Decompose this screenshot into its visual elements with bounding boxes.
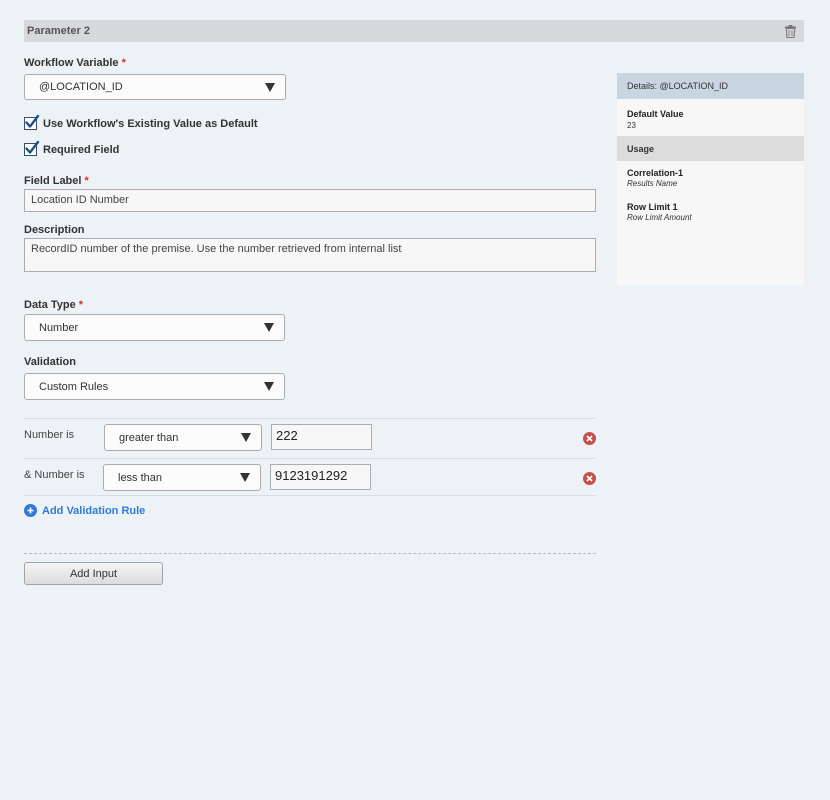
required-mark: * [84,175,89,187]
required-field-checkbox[interactable] [24,140,40,156]
required-mark: * [121,57,126,69]
field-label-input[interactable]: Location ID Number [24,189,596,212]
checkmark-icon [25,140,40,154]
description-label: Description [24,224,85,236]
rule-divider [24,495,596,496]
chevron-down-icon [241,433,251,442]
plus-circle-icon [24,504,37,517]
data-type-label-text: Data Type [24,299,76,311]
field-label-label-text: Field Label [24,175,82,187]
rule-value-input[interactable]: 9123191292 [270,464,371,490]
chevron-down-icon [265,82,275,92]
rule-value: 9123191292 [275,468,348,483]
workflow-variable-label-text: Workflow Variable [24,57,119,69]
add-input-label: Add Input [69,567,118,580]
chevron-down-icon [264,382,274,391]
usage-header: Usage [617,136,804,161]
data-type-value: Number [39,321,79,334]
remove-icon[interactable] [583,432,596,445]
workflow-variable-select[interactable]: @LOCATION_ID [24,74,286,100]
use-existing-value-checkbox[interactable] [24,114,40,130]
details-panel-title: Details: @LOCATION_ID [617,73,804,99]
details-panel: Details: @LOCATION_ID Default Value 23 U… [617,73,804,285]
usage-name: Row Limit 1 [627,202,678,212]
description-textarea[interactable]: RecordID number of the premise. Use the … [24,238,596,272]
default-value-section: Default Value 23 [617,99,804,136]
description-value: RecordID number of the premise. Use the … [31,243,402,255]
use-existing-value-checkbox-row[interactable]: Use Workflow's Existing Value as Default [24,114,258,130]
rule-divider [24,458,596,459]
required-field-label: Required Field [43,143,120,156]
workflow-variable-value: @LOCATION_ID [39,81,123,93]
rule-operator-select[interactable]: greater than [104,424,262,451]
rule-operator-value: less than [118,471,163,484]
usage-list: Correlation-1 Results Name Row Limit 1 R… [617,161,804,222]
remove-icon[interactable] [583,472,596,485]
rule-label: Number is [24,429,75,441]
rule-divider [24,418,596,419]
usage-name: Correlation-1 [627,168,684,178]
field-label-label: Field Label * [24,175,89,187]
usage-item: Row Limit 1 Row Limit Amount [627,202,794,222]
validation-select[interactable]: Custom Rules [24,373,285,400]
rule-operator-select[interactable]: less than [103,464,261,491]
parameter-header: Parameter 2 [24,20,804,42]
usage-item: Correlation-1 Results Name [627,168,794,188]
default-value-label: Default Value [627,109,684,119]
use-existing-value-label: Use Workflow's Existing Value as Default [43,117,258,130]
add-input-button[interactable]: Add Input [24,562,163,585]
chevron-down-icon [264,323,274,332]
default-value: 23 [627,121,636,130]
data-type-label: Data Type * [24,299,83,311]
usage-detail: Row Limit Amount [627,213,692,222]
validation-value: Custom Rules [39,380,109,393]
data-type-select[interactable]: Number [24,314,285,341]
workflow-variable-label: Workflow Variable * [24,57,126,69]
rule-value-input[interactable]: 222 [271,424,372,450]
required-field-checkbox-row[interactable]: Required Field [24,140,120,156]
checkmark-icon [25,114,40,128]
field-label-value: Location ID Number [31,194,129,206]
usage-detail: Results Name [627,179,678,188]
validation-label: Validation [24,356,76,368]
required-mark: * [78,299,84,311]
rule-operator-value: greater than [119,431,179,444]
add-validation-rule-label: Add Validation Rule [42,504,146,517]
add-validation-rule-link[interactable]: Add Validation Rule [24,504,145,517]
chevron-down-icon [240,473,250,482]
rule-label: & Number is [24,469,85,481]
trash-icon[interactable] [785,24,796,38]
rule-value: 222 [276,428,298,443]
section-divider [24,553,596,554]
parameter-title: Parameter 2 [27,25,90,37]
